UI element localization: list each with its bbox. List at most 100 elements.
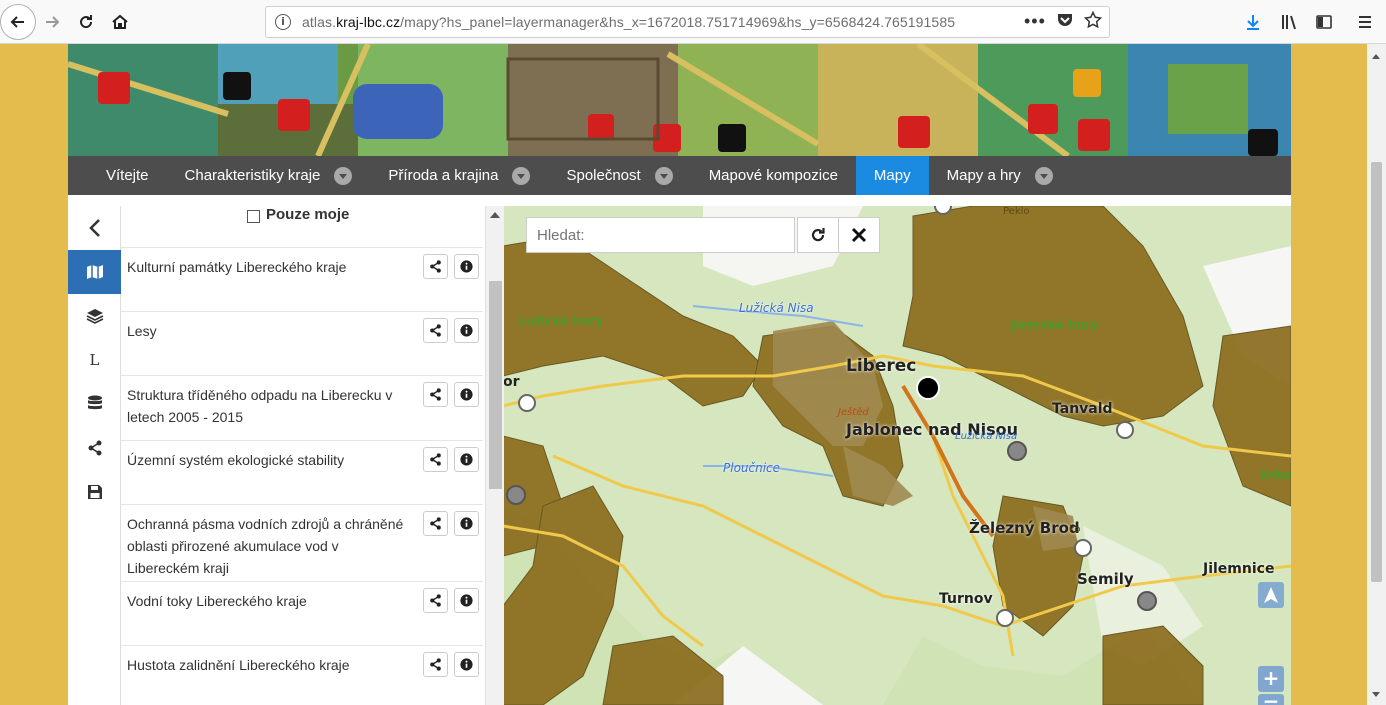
header-banner	[68, 44, 1291, 156]
composition-title[interactable]: Vodní toky Libereckého kraje	[127, 593, 307, 609]
info-icon	[460, 324, 473, 337]
refresh-icon	[811, 228, 825, 242]
share-icon	[430, 388, 441, 401]
list-item[interactable]: Vodní toky Libereckého kraje	[121, 581, 483, 645]
map-label-peklo: Peklo	[1003, 206, 1030, 217]
map-label-turnov: Turnov	[939, 591, 993, 607]
site-info-icon[interactable]: i	[275, 14, 291, 30]
only-mine-filter[interactable]: Pouze moje	[247, 206, 349, 223]
sidebar-item-datasources[interactable]	[68, 382, 121, 426]
chevron-left-icon	[88, 219, 100, 237]
only-mine-checkbox[interactable]	[247, 210, 260, 223]
sidebar-toggle-icon[interactable]	[1308, 6, 1340, 38]
composition-title[interactable]: Struktura tříděného odpadu na Liberecku …	[127, 387, 392, 425]
chevron-down-icon[interactable]	[512, 166, 531, 185]
share-button[interactable]	[423, 447, 448, 472]
address-bar[interactable]: i atlas.kraj-lbc.cz/mapy?hs_panel=layerm…	[265, 6, 1110, 38]
nav-item-priroda[interactable]: Příroda a krajina	[370, 156, 548, 195]
panel-scrollbar-thumb[interactable]	[489, 281, 502, 489]
list-item[interactable]: Lesy	[121, 311, 483, 375]
chevron-down-icon[interactable]	[334, 166, 353, 185]
back-chevron-button[interactable]	[68, 206, 121, 250]
share-button[interactable]	[423, 588, 448, 613]
only-mine-label: Pouze moje	[266, 206, 350, 223]
nav-item-spolecnost[interactable]: Společnost	[548, 156, 690, 195]
back-arrow-icon	[10, 16, 24, 28]
nav-item-mapy-a-hry[interactable]: Mapy a hry	[929, 156, 1071, 195]
menu-icon[interactable]	[1349, 6, 1381, 38]
north-arrow-button[interactable]	[1258, 582, 1284, 608]
composition-title[interactable]: Lesy	[127, 323, 157, 339]
clear-search-button[interactable]	[838, 217, 880, 253]
map-icon	[86, 265, 103, 279]
scroll-up-arrow-icon[interactable]	[490, 212, 500, 218]
banner-illustration	[68, 44, 1291, 156]
window-scrollbar-thumb[interactable]	[1371, 162, 1382, 582]
library-icon[interactable]	[1273, 6, 1305, 38]
share-icon	[88, 440, 101, 456]
search-input[interactable]	[526, 217, 795, 253]
share-button[interactable]	[423, 254, 448, 279]
info-button[interactable]	[454, 588, 479, 613]
map-label-zelezny-brod: Železný Brod	[969, 519, 1080, 537]
nav-item-vitejte[interactable]: Vítejte	[68, 156, 167, 195]
map-label-luzicka-nisa-2: Lužická Nisa	[955, 431, 1018, 442]
forward-arrow-icon	[46, 16, 60, 28]
info-button[interactable]	[454, 511, 479, 536]
sidebar-item-legend[interactable]: L	[68, 338, 121, 382]
panel-scrollbar[interactable]	[485, 206, 504, 705]
share-button[interactable]	[423, 652, 448, 677]
downloads-icon[interactable]	[1237, 6, 1269, 38]
info-button[interactable]	[454, 318, 479, 343]
composition-title[interactable]: Územní systém ekologické stability	[127, 452, 344, 468]
zoom-out-button[interactable]: −	[1258, 691, 1284, 705]
reload-button[interactable]	[70, 6, 102, 38]
nav-item-mapy[interactable]: Mapy	[855, 156, 929, 195]
scroll-down-arrow-icon[interactable]	[1372, 692, 1380, 697]
share-button[interactable]	[423, 511, 448, 536]
sidebar-item-share[interactable]	[68, 426, 121, 470]
map-label-luzicke-hory: Lužické hory	[518, 314, 603, 328]
list-item[interactable]: Územní systém ekologické stability	[121, 440, 483, 504]
map-label-jizerske-hory: Jizerské hory	[1011, 318, 1099, 332]
close-icon	[851, 227, 867, 243]
scroll-up-arrow-icon[interactable]	[1372, 54, 1380, 59]
map-label-liberec: Liberec	[846, 356, 917, 376]
composition-title[interactable]: Kulturní památky Libereckého kraje	[127, 259, 346, 275]
share-icon	[430, 594, 441, 607]
composition-title[interactable]: Hustota zalidnění Libereckého kraje	[127, 657, 350, 673]
map-canvas[interactable]: Liberec Jablonec nad Nisou Tanvald Želez…	[503, 206, 1291, 705]
list-item[interactable]: Ochranná pásma vodních zdrojů a chráněné…	[121, 504, 483, 581]
map-label-luzicka-nisa: Lužická Nisa	[739, 301, 814, 315]
home-button[interactable]	[104, 6, 136, 38]
pocket-icon[interactable]	[1056, 11, 1074, 34]
share-button[interactable]	[423, 382, 448, 407]
nav-item-charakteristiky[interactable]: Charakteristiky kraje	[167, 156, 371, 195]
page-actions-icon[interactable]: •••	[1024, 11, 1046, 32]
info-button[interactable]	[454, 447, 479, 472]
info-button[interactable]	[454, 652, 479, 677]
refresh-button[interactable]	[797, 217, 839, 253]
composition-title[interactable]: Ochranná pásma vodních zdrojů a chráněné…	[127, 516, 403, 576]
sidebar-item-compositions[interactable]	[68, 250, 121, 294]
bookmark-star-icon[interactable]	[1083, 10, 1103, 34]
main-navigation: Vítejte Charakteristiky kraje Příroda a …	[68, 156, 1291, 195]
share-button[interactable]	[423, 318, 448, 343]
list-item[interactable]: Struktura tříděného odpadu na Liberecku …	[121, 375, 483, 440]
info-icon	[460, 517, 473, 530]
sidebar-item-layers[interactable]	[68, 294, 121, 338]
chevron-down-icon[interactable]	[1034, 166, 1053, 185]
list-item[interactable]: Hustota zalidnění Libereckého kraje	[121, 645, 483, 705]
info-icon	[460, 594, 473, 607]
window-scrollbar[interactable]	[1367, 44, 1386, 705]
nav-item-mapove-kompozice[interactable]: Mapové kompozice	[691, 156, 856, 195]
forward-button[interactable]	[36, 6, 68, 38]
chevron-down-icon[interactable]	[654, 166, 673, 185]
back-button[interactable]	[0, 4, 36, 40]
info-button[interactable]	[454, 254, 479, 279]
info-button[interactable]	[454, 382, 479, 407]
list-item[interactable]: Kulturní památky Libereckého kraje	[121, 247, 483, 311]
sidebar-item-save[interactable]	[68, 470, 121, 514]
url-text[interactable]: atlas.kraj-lbc.cz/mapy?hs_panel=layerman…	[302, 14, 1022, 30]
map-label-semily: Semily	[1077, 570, 1134, 588]
